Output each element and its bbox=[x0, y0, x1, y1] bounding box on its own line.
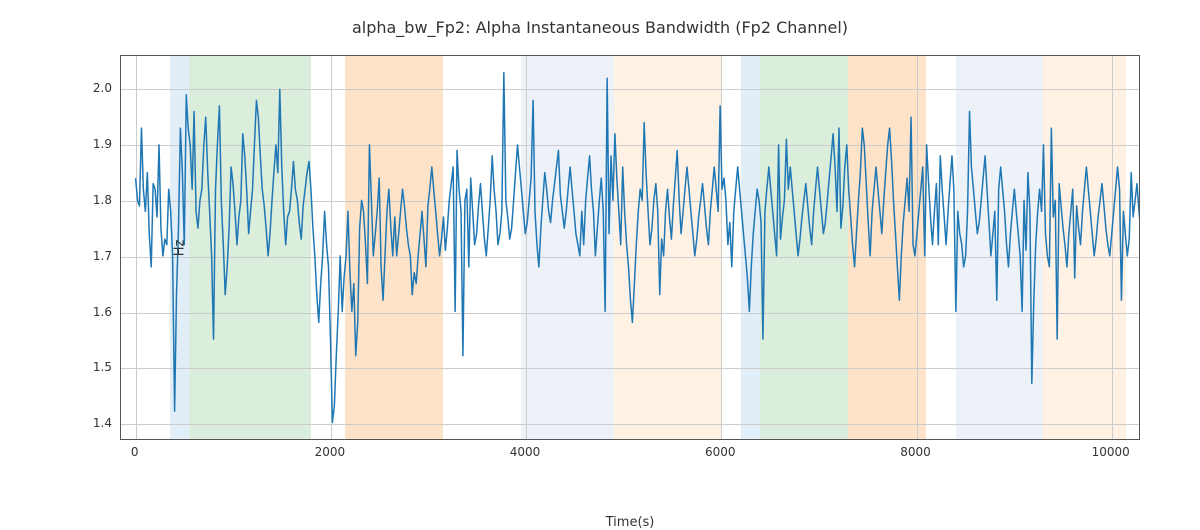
x-tick-label: 10000 bbox=[1081, 445, 1141, 459]
series-line bbox=[136, 73, 1139, 423]
y-tick-label: 1.6 bbox=[52, 305, 112, 319]
y-tick-label: 1.8 bbox=[52, 193, 112, 207]
y-tick-label: 1.7 bbox=[52, 249, 112, 263]
x-tick-label: 6000 bbox=[690, 445, 750, 459]
y-tick-label: 1.4 bbox=[52, 416, 112, 430]
y-tick-label: 1.5 bbox=[52, 360, 112, 374]
y-axis-label: Hz bbox=[173, 239, 188, 256]
x-tick-label: 2000 bbox=[300, 445, 360, 459]
chart-axes: Hz Time(s) 1.41.51.61.71.81.92.002000400… bbox=[120, 55, 1140, 440]
y-tick-label: 2.0 bbox=[52, 81, 112, 95]
x-axis-label: Time(s) bbox=[606, 515, 655, 530]
plot-area bbox=[120, 55, 1140, 440]
y-tick-label: 1.9 bbox=[52, 137, 112, 151]
chart-title: alpha_bw_Fp2: Alpha Instantaneous Bandwi… bbox=[0, 18, 1200, 37]
x-tick-label: 0 bbox=[105, 445, 165, 459]
x-tick-label: 4000 bbox=[495, 445, 555, 459]
chart-figure: alpha_bw_Fp2: Alpha Instantaneous Bandwi… bbox=[0, 0, 1200, 500]
series-svg bbox=[121, 56, 1139, 439]
x-tick-label: 8000 bbox=[886, 445, 946, 459]
